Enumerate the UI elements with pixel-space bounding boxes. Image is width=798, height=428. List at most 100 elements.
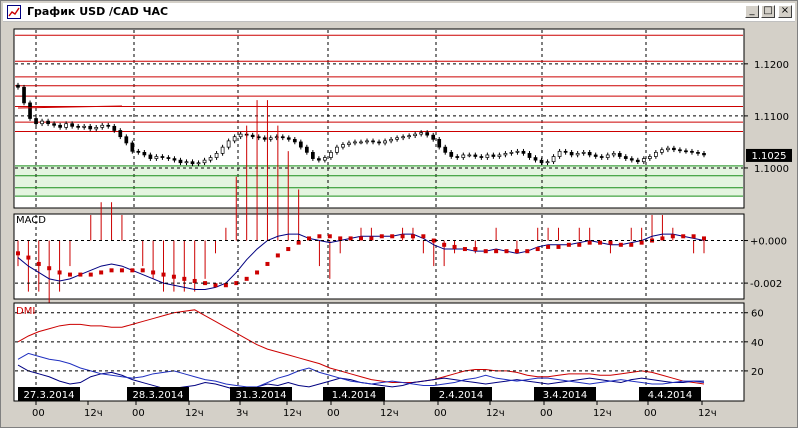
hour-label: 12ч <box>593 408 612 419</box>
macd-signal-point <box>36 261 41 266</box>
date-label: 2.4.2014 <box>430 387 492 401</box>
macd-signal-point <box>691 234 696 239</box>
macd-signal-point <box>577 242 582 247</box>
macd-signal-point <box>442 242 447 247</box>
macd-signal-point <box>369 236 374 241</box>
macd-signal-point <box>109 268 114 273</box>
macd-signal-point <box>608 240 613 245</box>
macd-signal-point <box>47 266 52 271</box>
macd-signal-point <box>16 251 20 256</box>
macd-signal-point <box>99 270 104 275</box>
chart-area[interactable]: 1.1200 1.1100 1.1000 1.1025 +0.000 -0.002 M… <box>4 23 796 426</box>
macd-signal-point <box>390 234 395 239</box>
macd-signal-point <box>410 234 415 239</box>
maximize-button[interactable]: □ <box>761 5 775 18</box>
macd-signal-point <box>88 272 93 277</box>
price-tick-label: 1.1100 <box>754 112 789 123</box>
macd-signal-point <box>213 283 218 288</box>
candle <box>28 100 32 121</box>
macd-signal-point <box>26 255 31 260</box>
chart-app-icon <box>7 5 21 19</box>
macd-signal-point <box>223 283 228 288</box>
hour-label: 12ч <box>380 408 399 419</box>
macd-signal-point <box>598 240 603 245</box>
macd-signal-point <box>462 247 467 252</box>
macd-signal-point <box>265 261 270 266</box>
macd-signal-point <box>421 234 426 239</box>
macd-signal-point <box>504 249 509 254</box>
macd-signal-point <box>639 240 644 245</box>
macd-signal-point <box>514 249 519 254</box>
support-zone-fill <box>15 165 743 197</box>
macd-signal-point <box>140 268 145 273</box>
dmi-title: DMI <box>16 306 35 317</box>
close-button[interactable]: × <box>778 5 792 18</box>
dmi-tick-label: 60 <box>751 309 764 320</box>
svg-text:1.4.2014: 1.4.2014 <box>332 390 377 401</box>
macd-signal-point <box>348 236 353 241</box>
macd-signal-point <box>296 240 301 245</box>
hour-label: 00 <box>540 408 553 419</box>
hour-label: 12ч <box>84 408 103 419</box>
macd-signal-point <box>182 276 187 281</box>
price-panel[interactable]: 1.1200 1.1100 1.1000 1.1025 <box>13 28 792 209</box>
macd-signal-point <box>618 242 623 247</box>
dmi-panel[interactable]: 60 40 20 DMI <box>13 302 764 402</box>
svg-text:4.4.2014: 4.4.2014 <box>648 390 693 401</box>
macd-signal-point <box>452 244 457 249</box>
hour-label: 12ч <box>283 408 302 419</box>
macd-signal-point <box>57 270 62 275</box>
macd-title: MACD <box>16 215 46 226</box>
macd-signal-point <box>192 278 197 283</box>
macd-signal-point <box>338 236 343 241</box>
macd-signal-point <box>244 276 249 281</box>
macd-signal-point <box>473 247 478 252</box>
macd-signal-point <box>525 249 530 254</box>
date-label: 4.4.2014 <box>639 387 701 401</box>
svg-text:31.3.2014: 31.3.2014 <box>236 390 287 401</box>
macd-signal-point <box>255 270 260 275</box>
macd-signal-point <box>327 234 332 239</box>
hour-label: 12ч <box>698 408 717 419</box>
macd-signal-point <box>130 268 135 273</box>
date-label: 1.4.2014 <box>323 387 385 401</box>
macd-signal-point <box>660 236 665 241</box>
macd-signal-point <box>535 247 540 252</box>
date-label: 28.3.2014 <box>127 387 189 401</box>
macd-signal-point <box>119 268 124 273</box>
macd-tick-label: -0.002 <box>750 279 782 290</box>
macd-signal-point <box>400 234 405 239</box>
hour-label: 12ч <box>486 408 505 419</box>
macd-signal-point <box>359 236 363 241</box>
current-price-marker: 1.1025 <box>746 148 792 162</box>
svg-text:28.3.2014: 28.3.2014 <box>133 390 184 401</box>
macd-signal-point <box>307 236 312 241</box>
macd-signal-point <box>587 240 592 245</box>
macd-signal-point <box>171 274 176 279</box>
hour-label: 00 <box>32 408 45 419</box>
support-zone <box>15 165 743 197</box>
macd-signal-point <box>151 270 156 275</box>
macd-signal-point <box>67 272 72 277</box>
window-title: График USD /CAD ЧАС <box>27 5 169 18</box>
candle <box>22 84 26 106</box>
hour-label: 00 <box>434 408 447 419</box>
current-price-label: 1.1025 <box>752 151 787 162</box>
price-tick-label: 1.1000 <box>754 164 789 175</box>
title-bar[interactable]: График USD /CAD ЧАС _ □ × <box>3 3 795 22</box>
macd-signal-point <box>379 234 384 239</box>
hour-label: 3ч <box>236 408 248 419</box>
svg-text:3.4.2014: 3.4.2014 <box>543 390 588 401</box>
macd-signal-point <box>317 234 322 239</box>
macd-signal-point <box>629 242 634 247</box>
date-label: 31.3.2014 <box>230 387 292 401</box>
macd-signal-point <box>670 234 675 239</box>
chart-window: График USD /CAD ЧАС _ □ × 1.1200 1.1100 1.… <box>0 0 798 428</box>
macd-signal-point <box>494 249 499 254</box>
dmi-tick-label: 20 <box>751 367 764 378</box>
macd-signal-point <box>681 234 686 239</box>
macd-signal-point <box>161 272 166 277</box>
minimize-button[interactable]: _ <box>745 5 759 18</box>
macd-signal-point <box>275 253 280 258</box>
dmi-tick-label: 40 <box>751 338 764 349</box>
